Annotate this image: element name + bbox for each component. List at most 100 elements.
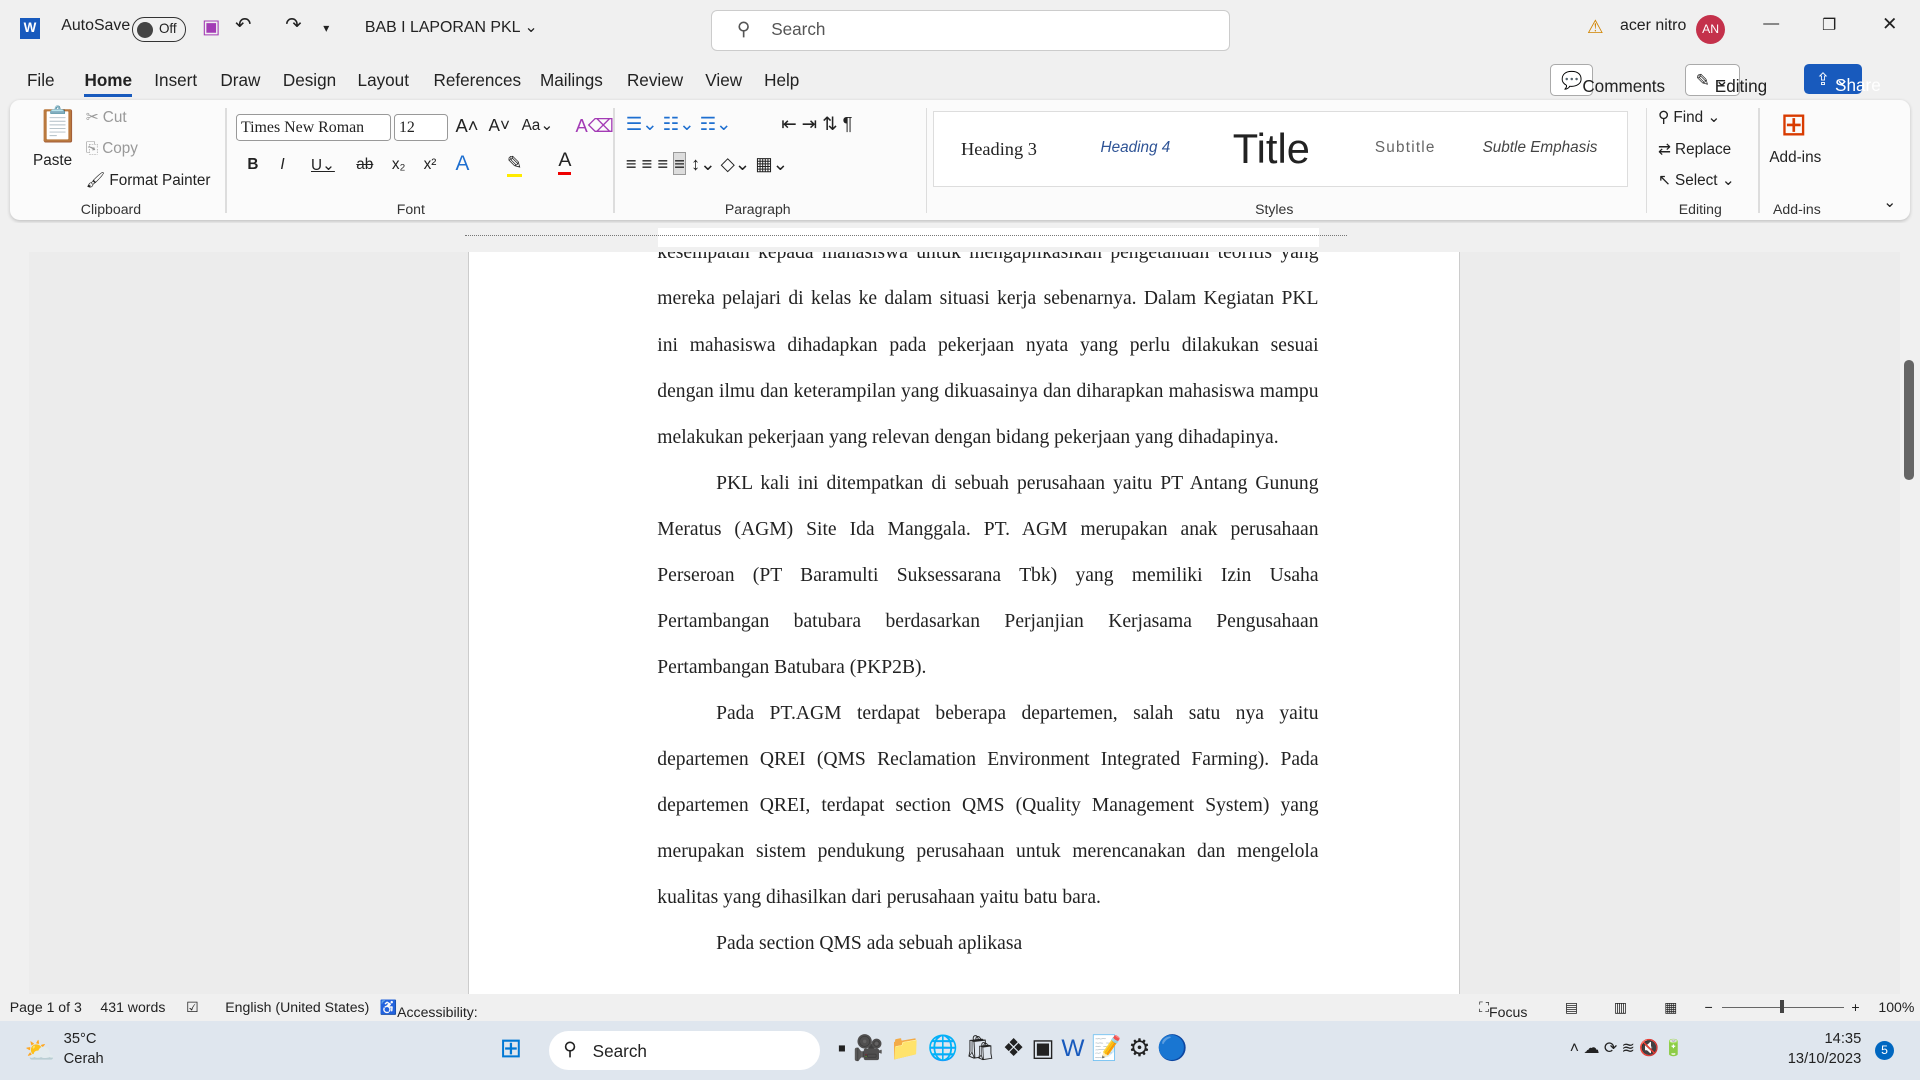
- tab-home[interactable]: Home: [84, 70, 133, 98]
- page-count[interactable]: Page 1 of 3: [10, 999, 82, 1015]
- document-area[interactable]: kesempatan kepada mahasiswa untuk mengap…: [29, 252, 1901, 995]
- vertical-ruler[interactable]: [0, 252, 30, 995]
- editing-mode-button[interactable]: ✎ Editing ⌄: [1684, 63, 1767, 97]
- tab-help[interactable]: Help: [764, 70, 799, 91]
- cut-label: Cut: [102, 108, 127, 126]
- style-heading4[interactable]: Heading 4: [1101, 139, 1171, 157]
- paste-button[interactable]: Paste: [33, 152, 72, 170]
- tab-view[interactable]: View: [705, 70, 742, 91]
- zoom-slider[interactable]: [1721, 1000, 1845, 1013]
- avatar[interactable]: AN: [1695, 14, 1726, 45]
- find-button[interactable]: ⚲ Find ⌄: [1658, 108, 1720, 127]
- zoom-in-button[interactable]: +: [1851, 999, 1859, 1015]
- document-page[interactable]: kesempatan kepada mahasiswa untuk mengap…: [467, 252, 1461, 995]
- save-icon[interactable]: ▣: [202, 15, 221, 39]
- group-paragraph: Paragraph: [724, 200, 791, 217]
- style-title[interactable]: Title: [1233, 125, 1310, 173]
- document-line: mereka pelajari di kelas ke dalam situas…: [657, 288, 1319, 310]
- format-painter-button[interactable]: 🖌 Format Painter: [86, 171, 211, 190]
- tab-layout[interactable]: Layout: [358, 70, 409, 91]
- word-count[interactable]: 431 words: [100, 999, 165, 1015]
- zoom-out-button[interactable]: −: [1704, 999, 1712, 1015]
- temperature[interactable]: 35°C: [64, 1031, 97, 1047]
- document-line: dengan ilmu dan keterampilan yang dikuas…: [657, 380, 1319, 402]
- tab-review[interactable]: Review: [627, 70, 683, 91]
- document-line: Perseroan (PT Baramulti Suksessarana Tbk…: [657, 564, 1319, 586]
- clock-time[interactable]: 14:35: [1824, 1031, 1861, 1047]
- language[interactable]: English (United States): [225, 999, 369, 1015]
- weather-text[interactable]: Cerah: [64, 1051, 104, 1067]
- group-clipboard: Clipboard: [80, 200, 142, 217]
- share-button[interactable]: ⇪ Share ⌄: [1803, 63, 1881, 95]
- proofing-icon[interactable]: ☑: [186, 999, 199, 1016]
- collapse-ribbon-icon[interactable]: ⌄: [1883, 193, 1896, 212]
- comments-label: Comments: [1582, 75, 1666, 96]
- text-effects-icon[interactable]: A: [455, 152, 469, 176]
- web-layout-icon[interactable]: ▦: [1664, 999, 1677, 1016]
- document-line: Pada section QMS ada sebuah aplikasa: [716, 933, 1023, 955]
- taskbar-search[interactable]: ⚲ Search: [548, 1031, 821, 1071]
- align-icons[interactable]: ≡ ≡ ≡ ≡ ↕⌄ ◇⌄ ▦⌄: [626, 152, 788, 176]
- comments-button[interactable]: 💬 Comments: [1550, 63, 1665, 97]
- document-line: melakukan pekerjaan yang relevan dengan …: [657, 426, 1279, 448]
- group-addins: Add-ins: [1773, 200, 1821, 217]
- bold-button[interactable]: B: [247, 156, 258, 174]
- notification-badge[interactable]: 5: [1874, 1040, 1895, 1061]
- clock-date[interactable]: 13/10/2023: [1788, 1051, 1862, 1067]
- grow-font-icon[interactable]: A˄: [455, 115, 478, 137]
- restore-button[interactable]: ❐: [1822, 15, 1836, 35]
- document-line: Pada PT.AGM terdapat beberapa departemen…: [716, 702, 1319, 724]
- search-box[interactable]: ⚲ Search: [711, 9, 1231, 51]
- style-subtitle[interactable]: Subtitle: [1375, 139, 1436, 157]
- start-icon[interactable]: ⊞: [500, 1033, 523, 1064]
- document-line: PKL kali ini ditempatkan di sebuah perus…: [716, 472, 1319, 494]
- zoom-level[interactable]: 100%: [1878, 999, 1914, 1015]
- horizontal-ruler[interactable]: [0, 222, 1920, 253]
- font-size-select[interactable]: 12: [394, 113, 449, 141]
- redo-icon[interactable]: ↷: [285, 13, 301, 37]
- italic-button[interactable]: I: [280, 156, 284, 174]
- undo-icon[interactable]: ↶: [235, 13, 251, 37]
- scrollbar-thumb[interactable]: [1904, 359, 1914, 480]
- style-subtle-emphasis[interactable]: Subtle Emphasis: [1483, 139, 1598, 157]
- warning-icon: ⚠: [1586, 15, 1604, 37]
- cut-button[interactable]: ✂ Cut: [86, 108, 127, 127]
- subscript-button[interactable]: x₂: [392, 156, 406, 174]
- tab-file[interactable]: File: [27, 70, 55, 91]
- bullets-icon[interactable]: ☰⌄ ☷⌄ ☶⌄: [626, 113, 732, 135]
- tab-draw[interactable]: Draw: [220, 70, 260, 91]
- accessibility-status[interactable]: ♿ Accessibility: Good to go: [380, 999, 478, 1036]
- superscript-button[interactable]: x²: [424, 156, 437, 174]
- copy-button[interactable]: ⎘ Copy: [86, 140, 138, 158]
- document-line: departemen QREI, terdapat section QMS (Q…: [657, 794, 1319, 816]
- tab-references[interactable]: References: [433, 70, 521, 91]
- vertical-scrollbar[interactable]: [1900, 252, 1920, 995]
- taskbar-apps-icons[interactable]: ▪ 🎥 📁 🌐 🛍 ❖ ▣ W 📝 ⚙ 🔵: [838, 1033, 1188, 1063]
- read-mode-icon[interactable]: ▤: [1565, 999, 1578, 1016]
- highlight-icon[interactable]: ✎: [506, 152, 523, 177]
- autosave-toggle[interactable]: Off: [132, 17, 186, 43]
- close-button[interactable]: ✕: [1882, 13, 1897, 35]
- select-button[interactable]: ↖ Select ⌄: [1658, 171, 1735, 190]
- addins-button[interactable]: Add-ins: [1769, 149, 1821, 167]
- customize-qat-icon[interactable]: ▾: [323, 21, 329, 35]
- tab-design[interactable]: Design: [283, 70, 336, 91]
- indent-icons[interactable]: ⇤ ⇥ ⇅ ¶: [781, 113, 852, 135]
- underline-button[interactable]: U⌄: [311, 156, 335, 175]
- document-title[interactable]: BAB I LAPORAN PKL ⌄: [365, 17, 538, 37]
- print-layout-icon[interactable]: ▥: [1614, 999, 1627, 1016]
- strikethrough-button[interactable]: ab: [356, 156, 373, 174]
- copy-label: Copy: [102, 139, 138, 157]
- tab-mailings[interactable]: Mailings: [540, 70, 603, 91]
- tab-insert[interactable]: Insert: [154, 70, 197, 91]
- font-name-select[interactable]: Times New Roman: [236, 113, 391, 141]
- clear-formatting-icon[interactable]: A⌫: [575, 115, 613, 137]
- focus-button[interactable]: ⛶ Focus: [1479, 999, 1527, 1020]
- shrink-font-icon[interactable]: A˅: [489, 115, 510, 136]
- font-color-icon[interactable]: A: [558, 149, 572, 176]
- replace-button[interactable]: ⇄ Replace: [1658, 140, 1731, 159]
- change-case-icon[interactable]: Aa⌄: [522, 116, 554, 135]
- style-heading3[interactable]: Heading 3: [961, 139, 1037, 160]
- minimize-button[interactable]: —: [1763, 15, 1779, 33]
- system-tray-icons[interactable]: ˄ ☁ ⟳ ≋ 🔇 🔋: [1570, 1038, 1684, 1058]
